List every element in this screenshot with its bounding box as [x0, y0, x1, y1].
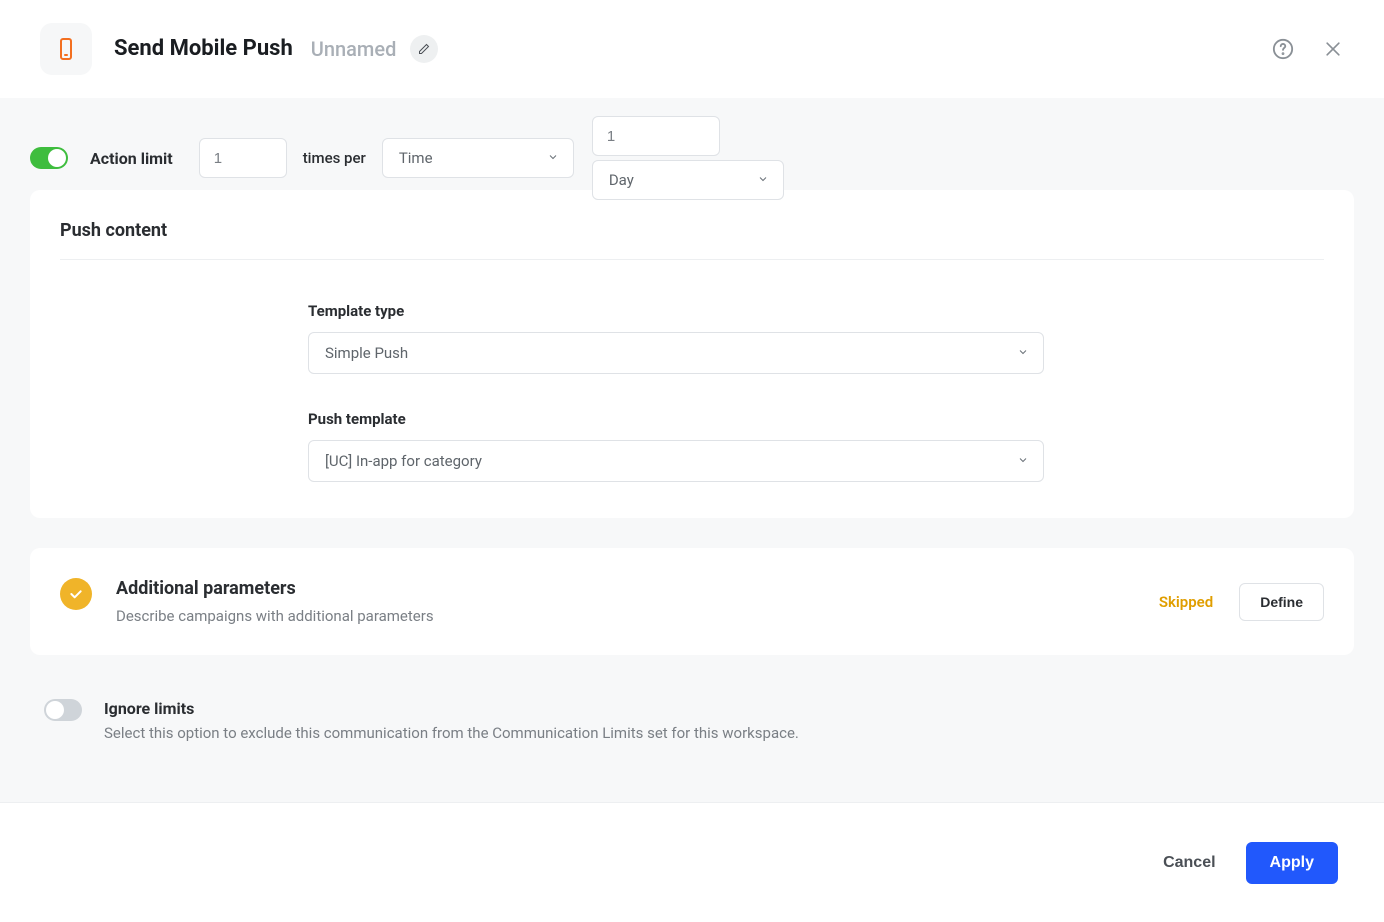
ignore-limits-row: Ignore limits Select this option to excl…	[0, 681, 1384, 762]
page-subtitle: Unnamed	[311, 37, 397, 61]
mobile-push-icon	[40, 23, 92, 75]
push-template-value: [UC] In-app for category	[325, 452, 482, 470]
define-button[interactable]: Define	[1239, 583, 1324, 621]
push-content-card: Push content Template type Simple Push P…	[30, 190, 1354, 518]
ignore-limits-toggle[interactable]	[44, 699, 82, 721]
page-title: Send Mobile Push	[114, 36, 293, 61]
cancel-button[interactable]: Cancel	[1163, 854, 1215, 872]
ignore-limits-desc: Select this option to exclude this commu…	[104, 724, 799, 742]
push-content-heading: Push content	[60, 220, 1324, 260]
times-per-label: times per	[303, 149, 366, 167]
template-type-value: Simple Push	[325, 344, 408, 362]
additional-parameters-desc: Describe campaigns with additional param…	[116, 607, 1159, 625]
chevron-down-icon	[757, 171, 769, 189]
ignore-limits-title: Ignore limits	[104, 699, 799, 718]
additional-parameters-title: Additional parameters	[116, 578, 1159, 599]
template-type-select[interactable]: Simple Push	[308, 332, 1044, 374]
apply-button[interactable]: Apply	[1246, 842, 1338, 884]
action-limit-mode-select[interactable]: Time	[382, 138, 574, 178]
template-type-label: Template type	[308, 302, 1100, 320]
chevron-down-icon	[547, 149, 559, 167]
action-limit-count-input[interactable]	[199, 138, 287, 178]
period-unit-value: Day	[609, 171, 634, 189]
action-limit-toggle[interactable]	[30, 147, 68, 169]
chevron-down-icon	[1017, 344, 1029, 362]
help-icon[interactable]	[1272, 38, 1294, 60]
check-icon	[60, 578, 92, 610]
action-limit-label: Action limit	[90, 149, 173, 168]
chevron-down-icon	[1017, 452, 1029, 470]
action-limit-mode-value: Time	[399, 149, 433, 167]
close-icon[interactable]	[1322, 38, 1344, 60]
edit-name-button[interactable]	[410, 35, 438, 63]
footer: Cancel Apply	[0, 802, 1384, 922]
action-limit-row: Action limit times per Time Day	[0, 98, 1384, 190]
status-badge: Skipped	[1159, 593, 1213, 611]
period-count-input[interactable]	[592, 116, 720, 156]
page-header: Send Mobile Push Unnamed	[0, 0, 1384, 98]
additional-parameters-card: Additional parameters Describe campaigns…	[30, 548, 1354, 655]
period-unit-select[interactable]: Day	[592, 160, 784, 200]
push-template-label: Push template	[308, 410, 1100, 428]
push-template-select[interactable]: [UC] In-app for category	[308, 440, 1044, 482]
body: Action limit times per Time Day Push con…	[0, 98, 1384, 802]
